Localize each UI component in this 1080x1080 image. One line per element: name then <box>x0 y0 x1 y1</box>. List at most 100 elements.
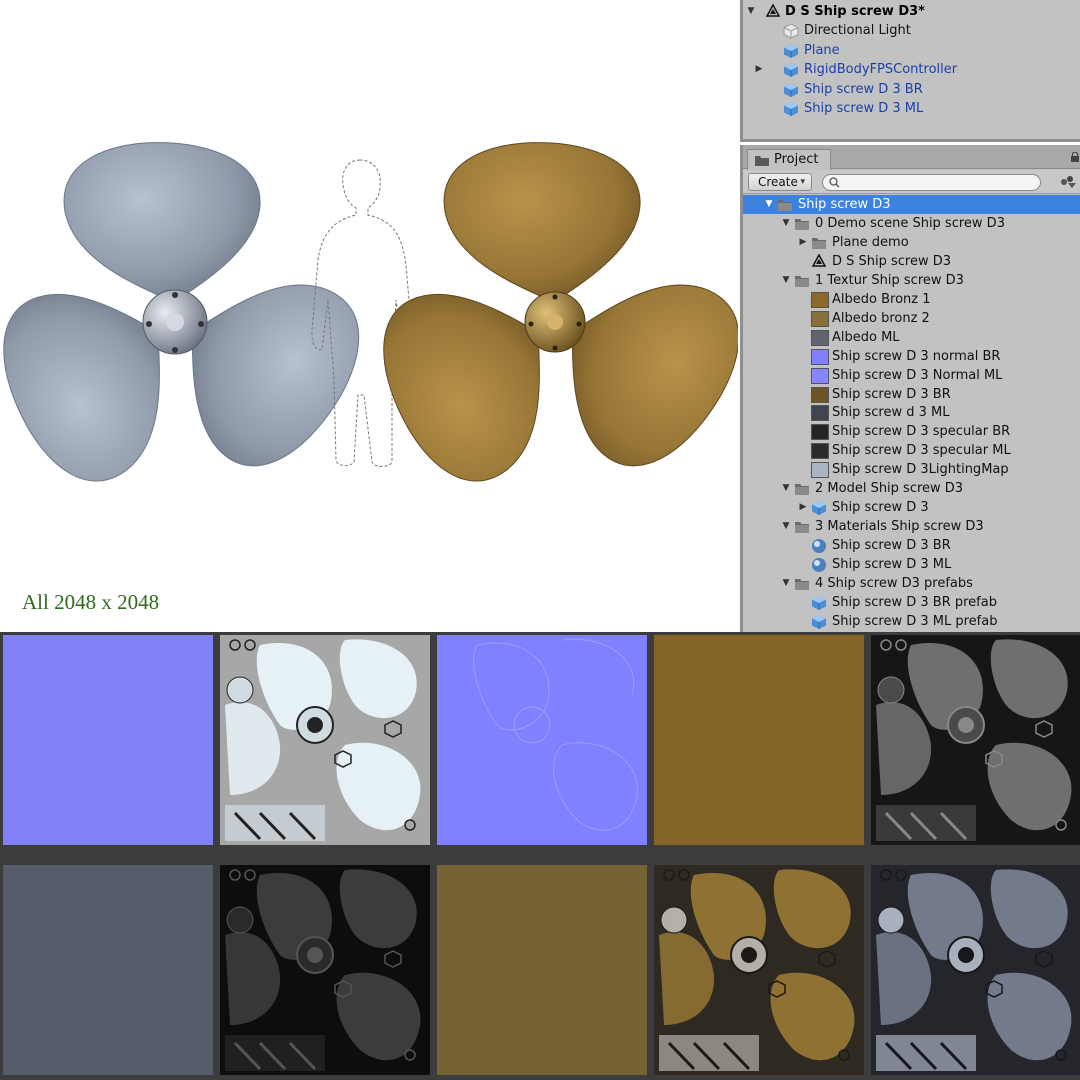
project-item-label: Ship screw D 3 specular ML <box>832 443 1011 459</box>
project-item-label: Plane demo <box>832 234 909 250</box>
expand-arrow-icon[interactable]: ▼ <box>780 517 792 536</box>
texture-thumbnail-diffuse-uv-metal <box>871 865 1080 1075</box>
project-asset-item[interactable]: Ship screw D 3 normal BR <box>743 347 1080 366</box>
resolution-caption: All 2048 x 2048 <box>22 590 160 614</box>
prefab-cube-icon <box>784 43 798 58</box>
search-field[interactable] <box>822 174 1041 191</box>
prefab-cube-icon <box>784 63 798 78</box>
model-prefab-icon <box>812 501 826 516</box>
light-cube-icon <box>783 23 799 39</box>
project-folder-item[interactable]: ▶ Plane demo <box>743 233 1080 252</box>
collapse-arrow-icon[interactable]: ▶ <box>797 233 809 252</box>
expand-arrow-icon[interactable]: ▼ <box>780 214 792 233</box>
expand-arrow-icon[interactable]: ▼ <box>780 574 792 593</box>
texture-strip <box>0 632 1080 1080</box>
texture-thumbnail-icon <box>811 405 829 422</box>
project-folder-item[interactable]: ▼ 1 Textur Ship screw D3 <box>743 271 1080 290</box>
search-icon <box>829 177 840 188</box>
project-folder-item[interactable]: ▼ 4 Ship screw D3 prefabs <box>743 574 1080 593</box>
unity-scene-icon <box>765 4 781 17</box>
project-asset-item[interactable]: Albedo Bronz 1 <box>743 290 1080 309</box>
texture-thumbnail-icon <box>811 386 829 403</box>
project-item-label: Ship screw D 3 specular BR <box>832 424 1011 440</box>
project-asset-item[interactable]: D S Ship screw D3 <box>743 252 1080 271</box>
create-button-label: Create <box>758 175 798 189</box>
texture-thumbnail-icon <box>811 367 829 384</box>
texture-thumbnail-albedo-metal <box>3 865 213 1075</box>
project-item-label: Ship screw D 3 BR <box>832 386 951 402</box>
project-item-label: 2 Model Ship screw D3 <box>815 481 964 497</box>
project-asset-item[interactable]: ▶ Ship screw D 3 <box>743 498 1080 517</box>
prefab-cube-icon <box>812 614 826 629</box>
project-item-label: 1 Textur Ship screw D3 <box>815 272 964 288</box>
collapse-arrow-icon[interactable]: ▶ <box>753 60 765 79</box>
folder-icon <box>795 579 809 590</box>
model-prefab-icon <box>784 102 798 116</box>
create-button[interactable]: Create ▾ <box>748 173 812 191</box>
folder-icon <box>778 200 792 211</box>
chevron-down-icon: ▾ <box>800 177 805 187</box>
prefab-cube-icon <box>812 595 826 610</box>
search-input[interactable] <box>843 175 1033 190</box>
project-item-label: Ship screw D 3 normal BR <box>832 348 1001 364</box>
project-asset-item[interactable]: Ship screw D 3 BR <box>743 385 1080 404</box>
project-folder-item[interactable]: ▼ 0 Demo scene Ship screw D3 <box>743 214 1080 233</box>
texture-thumbnail-icon <box>811 462 829 479</box>
bronze-propeller <box>350 132 738 504</box>
project-asset-item[interactable]: Ship screw D 3 Normal ML <box>743 366 1080 385</box>
project-asset-item[interactable]: Ship screw d 3 ML <box>743 403 1080 422</box>
texture-thumbnail-albedo-bronze <box>654 635 864 845</box>
texture-thumbnail-diffuse-uv-bronze <box>654 865 864 1075</box>
folder-icon <box>795 275 809 287</box>
project-item-label: 4 Ship screw D3 prefabs <box>815 576 973 591</box>
project-item-label: D S Ship screw D3 <box>832 253 952 269</box>
texture-thumbnail-icon <box>811 424 829 441</box>
texture-thumbnail-icon <box>811 291 829 308</box>
model-prefab-icon <box>784 82 798 97</box>
project-tab-bar: Project <box>743 145 1080 170</box>
hierarchy-item-label: Ship screw D 3 BR <box>804 81 923 97</box>
texture-thumbnail-icon <box>811 329 829 346</box>
hierarchy-item-label: Ship screw D 3 ML <box>804 101 924 116</box>
project-folder-item[interactable]: ▼ Ship screw D3 <box>743 195 1080 214</box>
steel-propeller <box>0 132 383 504</box>
project-folder-item[interactable]: ▼ 3 Materials Ship screw D3 <box>743 517 1080 536</box>
folder-icon <box>795 218 809 230</box>
project-asset-item[interactable]: Ship screw D 3 specular BR <box>743 422 1080 441</box>
expand-arrow-icon[interactable]: ▼ <box>780 479 792 498</box>
project-item-label: 0 Demo scene Ship screw D3 <box>815 215 1005 231</box>
hierarchy-item-label: Directional Light <box>804 23 911 39</box>
material-sphere-icon <box>812 558 826 573</box>
folder-icon <box>795 522 809 534</box>
project-asset-item[interactable]: Ship screw D 3LightingMap <box>743 460 1080 479</box>
hierarchy-item-label: Plane <box>804 42 840 58</box>
project-item-label: Albedo bronz 2 <box>832 310 930 326</box>
project-folder-item[interactable]: ▼ 2 Model Ship screw D3 <box>743 479 1080 498</box>
project-item-label: Ship screw D 3LightingMap <box>832 462 1009 478</box>
project-asset-item[interactable]: Albedo ML <box>743 328 1080 347</box>
texture-thumbnail-lighting-map-uv <box>220 635 430 845</box>
project-asset-item[interactable]: Ship screw D 3 ML <box>743 555 1080 574</box>
project-asset-item[interactable]: Ship screw D 3 BR prefab <box>743 593 1080 612</box>
filter-by-type-icon[interactable] <box>1058 174 1078 189</box>
project-asset-item[interactable]: Albedo bronz 2 <box>743 309 1080 328</box>
texture-thumbnail-icon <box>811 443 829 460</box>
texture-thumbnail-albedo-bronze-2 <box>437 865 647 1075</box>
lock-icon[interactable] <box>1071 152 1079 162</box>
tab-project-label: Project <box>774 152 819 167</box>
project-item-label: Ship screw D3 <box>798 197 891 212</box>
project-panel: Project Create ▾ ▼ Ship screw D3 ▼ 0 Demo s… <box>740 145 1080 632</box>
expand-arrow-icon[interactable]: ▼ <box>745 2 757 21</box>
project-asset-item[interactable]: Ship screw D 3 specular ML <box>743 441 1080 460</box>
tab-project[interactable]: Project <box>747 149 831 170</box>
project-asset-item[interactable]: Ship screw D 3 ML prefab <box>743 612 1080 631</box>
texture-thumbnail-specular-uv-dark <box>871 635 1080 845</box>
project-item-label: Ship screw D 3 ML prefab <box>832 613 998 629</box>
texture-thumbnail-icon <box>811 348 829 365</box>
project-asset-item[interactable]: Ship screw D 3 BR <box>743 536 1080 555</box>
collapse-arrow-icon[interactable]: ▶ <box>797 498 809 517</box>
expand-arrow-icon[interactable]: ▼ <box>763 195 775 214</box>
project-item-label: Ship screw d 3 ML <box>832 405 950 421</box>
folder-icon <box>755 156 769 166</box>
expand-arrow-icon[interactable]: ▼ <box>780 271 792 290</box>
